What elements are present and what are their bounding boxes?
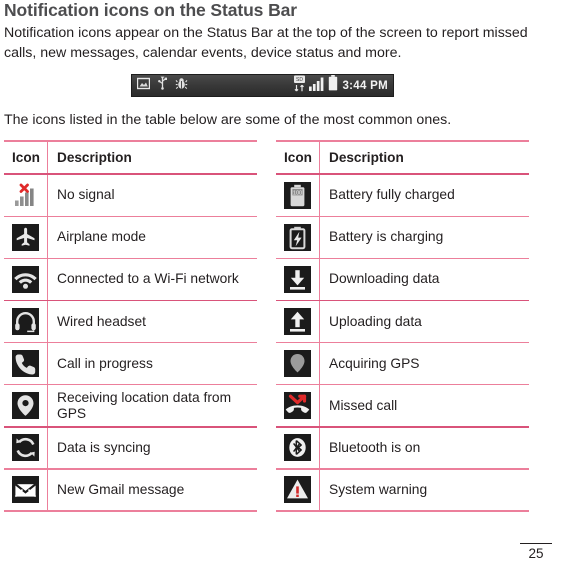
svg-text:100: 100 — [293, 190, 302, 196]
row-icon-cell — [276, 427, 320, 469]
usb-icon — [157, 76, 168, 95]
row-icon-cell — [4, 427, 48, 469]
table-row: System warning — [276, 469, 529, 511]
table-row: Uploading data — [276, 301, 529, 342]
row-description: System warning — [329, 481, 428, 497]
header-cell-icon: Icon — [4, 142, 48, 173]
status-bar-right-icons: SD — [293, 75, 338, 97]
header-cell-icon: Icon — [276, 142, 320, 173]
status-bar-clock: 3:44 PM — [342, 79, 388, 92]
table-header-row: Icon Description — [276, 142, 529, 173]
manual-page: Notification icons on the Status Bar Not… — [0, 0, 565, 567]
row-icon-cell — [276, 343, 320, 384]
gps-acquiring-icon — [284, 350, 311, 378]
system-warning-icon — [284, 476, 311, 504]
sync-icon — [12, 434, 39, 462]
intro-paragraph: Notification icons appear on the Status … — [4, 25, 528, 61]
row-description: Missed call — [329, 397, 398, 413]
table-row: Acquiring GPS — [276, 343, 529, 384]
row-icon-cell — [276, 301, 320, 342]
battery-charging-icon — [284, 223, 311, 251]
download-icon — [284, 265, 311, 293]
upload-icon — [284, 308, 311, 336]
page-number-rule — [520, 543, 552, 545]
no-signal-icon — [12, 181, 39, 209]
row-description: Airplane mode — [57, 229, 146, 245]
icon-table-left: Icon Description No signal Airplane mode — [4, 140, 257, 512]
bug-icon — [175, 77, 188, 95]
row-description: No signal — [57, 187, 115, 203]
row-description: Downloading data — [329, 271, 440, 287]
battery-full-icon: 100 — [284, 181, 311, 209]
table-row: Receiving location data from GPS — [4, 385, 257, 427]
row-description: Connected to a Wi-Fi network — [57, 271, 239, 287]
row-description: Uploading data — [329, 313, 422, 329]
call-in-progress-icon — [12, 350, 39, 378]
page-title: Notification icons on the Status Bar — [4, 0, 297, 20]
table-row: Wired headset — [4, 301, 257, 342]
row-icon-cell — [4, 385, 48, 427]
table-bottom-rule — [4, 510, 257, 512]
row-description: Call in progress — [57, 355, 153, 371]
table-row: Connected to a Wi-Fi network — [4, 259, 257, 300]
table-row: Battery is charging — [276, 217, 529, 258]
row-description: Battery fully charged — [329, 187, 455, 203]
page-number: 25 — [528, 546, 544, 561]
table-bottom-rule — [276, 510, 529, 512]
table-row: 100 Battery fully charged — [276, 175, 529, 216]
row-icon-cell — [276, 217, 320, 258]
table-row: Missed call — [276, 385, 529, 427]
table-row: Data is syncing — [4, 427, 257, 469]
row-description: Acquiring GPS — [329, 355, 420, 371]
table-header-row: Icon Description — [4, 142, 257, 173]
row-description: New Gmail message — [57, 481, 185, 497]
gps-fixed-icon — [12, 392, 39, 420]
row-icon-cell — [4, 175, 48, 216]
status-bar-left-icons — [136, 76, 188, 95]
table-intro-note: The icons listed in the table below are … — [4, 112, 452, 128]
row-description: Bluetooth is on — [329, 439, 421, 455]
gmail-icon — [12, 476, 39, 504]
table-row: New Gmail message — [4, 469, 257, 511]
row-description: Receiving location data from GPS — [57, 389, 232, 421]
table-row: Call in progress — [4, 343, 257, 384]
row-icon-cell — [276, 385, 320, 427]
battery-icon — [328, 75, 338, 96]
row-description: Wired headset — [57, 313, 146, 329]
row-icon-cell — [4, 343, 48, 384]
row-icon-cell — [4, 469, 48, 511]
svg-text:SD: SD — [296, 77, 303, 83]
screenshot-icon — [136, 77, 151, 95]
row-icon-cell — [4, 259, 48, 300]
table-row: Bluetooth is on — [276, 427, 529, 469]
sd-card-data-icon: SD — [293, 75, 306, 97]
header-cell-description: Description — [57, 149, 132, 165]
signal-bars-icon — [309, 76, 325, 96]
row-icon-cell: 100 — [276, 175, 320, 216]
row-icon-cell — [4, 301, 48, 342]
row-icon-cell — [4, 217, 48, 258]
bluetooth-icon — [284, 434, 311, 462]
row-description: Battery is charging — [329, 229, 444, 245]
missed-call-icon — [284, 392, 311, 420]
table-row: Downloading data — [276, 259, 529, 300]
status-bar-figure: SD 3:44 PM — [131, 74, 394, 97]
row-icon-cell — [276, 259, 320, 300]
row-icon-cell — [276, 469, 320, 511]
wired-headset-icon — [12, 308, 39, 336]
airplane-mode-icon — [12, 223, 39, 251]
row-description: Data is syncing — [57, 439, 151, 455]
icon-table-right: Icon Description 100 Battery fully charg… — [276, 140, 529, 512]
header-cell-description: Description — [329, 149, 404, 165]
table-row: Airplane mode — [4, 217, 257, 258]
table-row: No signal — [4, 175, 257, 216]
wifi-connected-icon — [12, 265, 39, 293]
